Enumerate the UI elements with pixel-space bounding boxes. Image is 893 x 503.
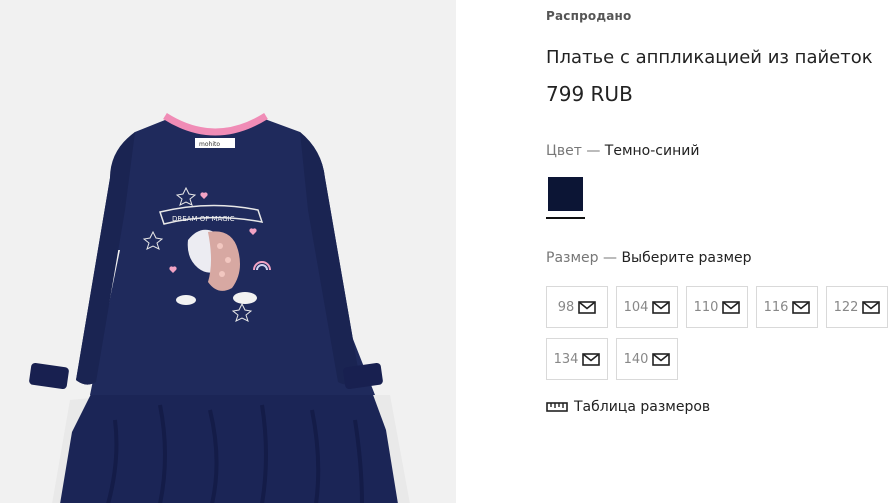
size-option-140[interactable]: 140	[616, 338, 678, 380]
color-label-prefix: Цвет —	[546, 143, 601, 159]
size-option-label: 110	[693, 299, 719, 315]
product-info: Распродано Платье с аппликацией из пайет…	[546, 0, 893, 503]
envelope-icon	[578, 300, 597, 314]
garment-label-text: mohito	[199, 141, 220, 148]
envelope-icon	[582, 352, 601, 366]
envelope-icon	[722, 300, 741, 314]
envelope-icon	[652, 300, 671, 314]
size-table-label: Таблица размеров	[574, 399, 711, 415]
sold-out-badge: Распродано	[546, 9, 632, 23]
color-value: Темно-синий	[604, 143, 700, 159]
print-text: DREAM OF MAGIC	[172, 215, 235, 223]
size-label-prefix: Размер —	[546, 250, 617, 266]
size-option-label: 98	[557, 299, 575, 315]
size-option-label: 104	[623, 299, 649, 315]
ruler-icon	[546, 402, 568, 412]
product-image-area[interactable]: mohito DREAM OF MAGIC	[0, 0, 456, 503]
color-swatch-selected[interactable]	[546, 175, 585, 219]
product-price: 799 RUB	[546, 82, 633, 106]
size-option-label: 116	[763, 299, 789, 315]
size-option-98[interactable]: 98	[546, 286, 608, 328]
size-option-110[interactable]: 110	[686, 286, 748, 328]
envelope-icon	[792, 300, 811, 314]
product-title: Платье с аппликацией из пайеток	[546, 47, 873, 68]
size-table-link[interactable]: Таблица размеров	[546, 399, 710, 415]
size-option-122[interactable]: 122	[826, 286, 888, 328]
size-option-104[interactable]: 104	[616, 286, 678, 328]
envelope-icon	[652, 352, 671, 366]
size-option-label: 134	[553, 351, 579, 367]
size-option-label: 140	[623, 351, 649, 367]
product-image[interactable]: mohito DREAM OF MAGIC	[0, 0, 456, 503]
size-value: Выберите размер	[621, 250, 752, 266]
size-option-116[interactable]: 116	[756, 286, 818, 328]
size-label: Размер — Выберите размер	[546, 250, 752, 266]
color-swatch[interactable]	[548, 177, 583, 211]
envelope-icon	[862, 300, 881, 314]
size-option-134[interactable]: 134	[546, 338, 608, 380]
size-option-label: 122	[833, 299, 859, 315]
color-label: Цвет — Темно-синий	[546, 143, 699, 159]
